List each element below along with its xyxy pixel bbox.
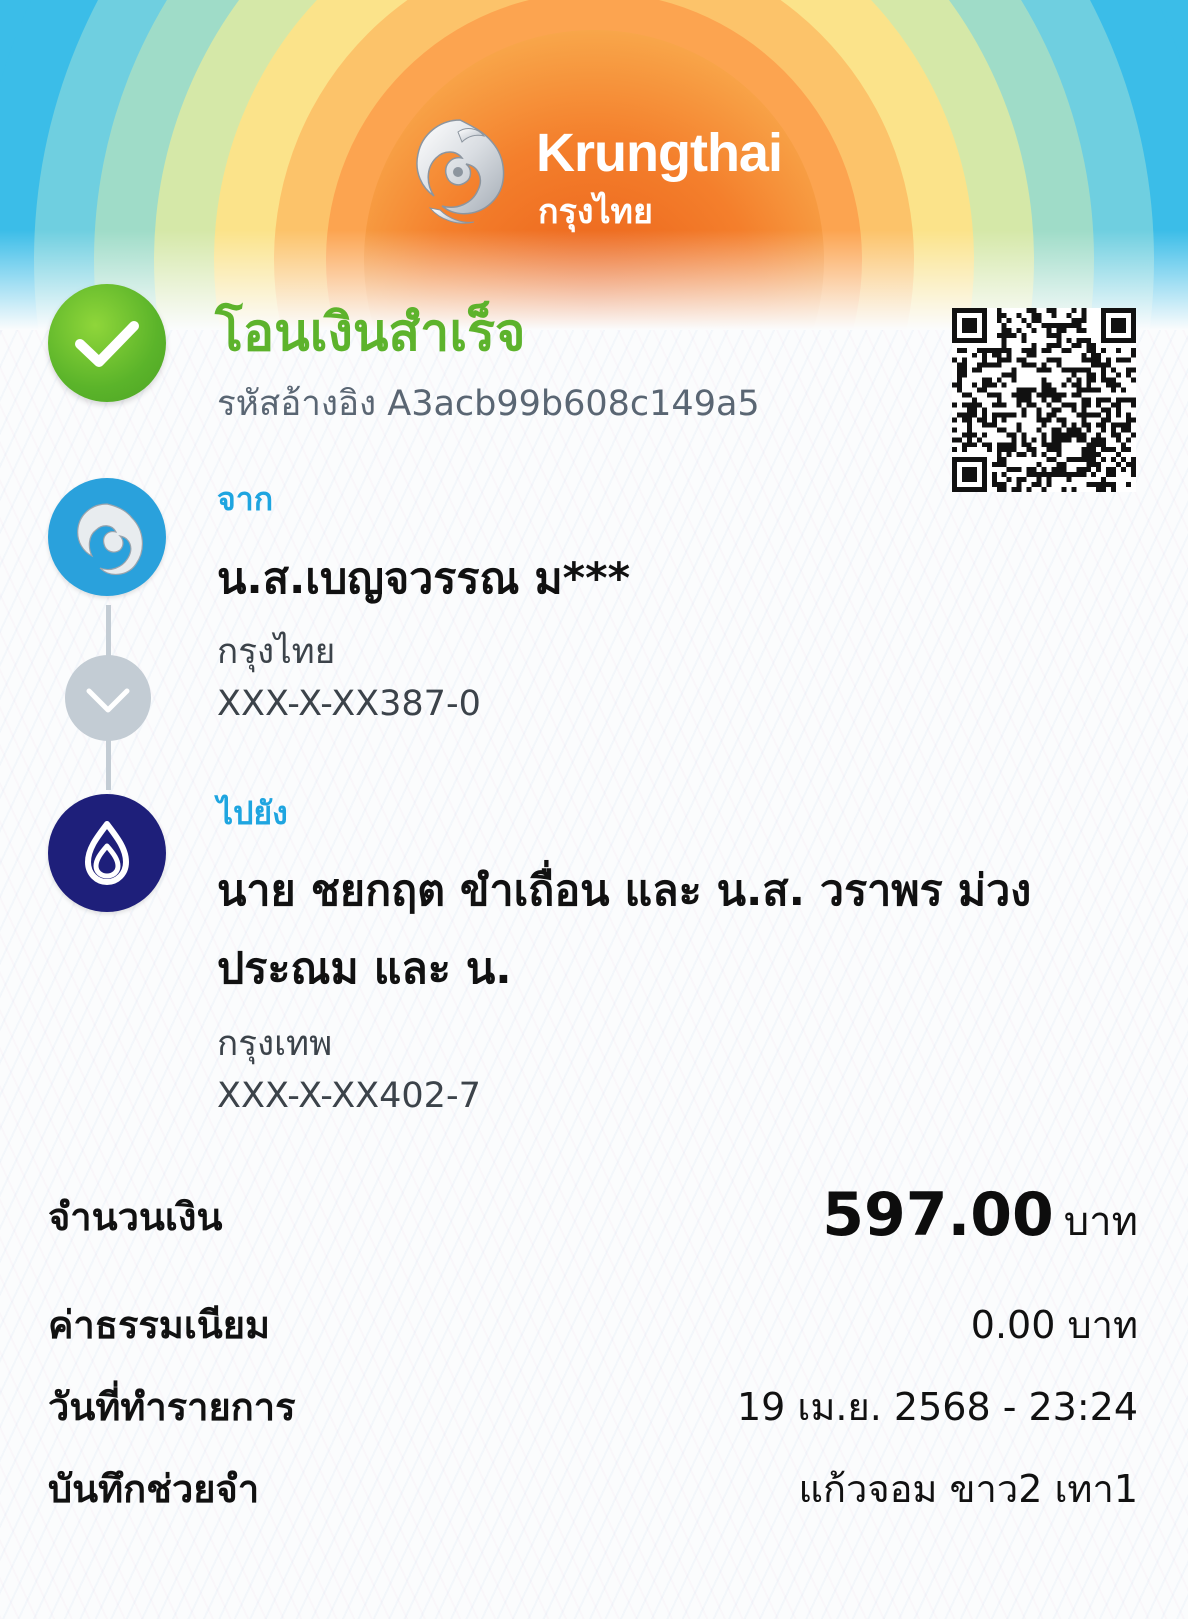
reference-line: รหัสอ้างอิง A3acb99b608c149a5 — [217, 376, 760, 431]
from-label: จาก — [217, 480, 274, 518]
reference-label: รหัสอ้างอิง — [217, 384, 377, 424]
chevron-down-icon — [65, 655, 151, 741]
krungthai-logo: Krungthai กรุงไทย — [400, 112, 800, 232]
memo-value: แก้วจอม ขาว2 เทา1 — [798, 1467, 1138, 1511]
sender-name: น.ส.เบญจวรรณ ม*** — [217, 554, 631, 604]
sender-bank: กรุงไทย — [217, 632, 336, 672]
recipient-account: XXX-X-XX402-7 — [217, 1076, 481, 1116]
amount-unit: บาท — [1063, 1199, 1138, 1245]
phoenix-logo-icon — [416, 119, 505, 224]
date-value: 19 เม.ย. 2568 - 23:24 — [736, 1385, 1138, 1429]
transfer-success-title: โอนเงินสำเร็จ — [215, 303, 526, 363]
date-label: วันที่ทำรายการ — [48, 1385, 296, 1429]
sender-account: XXX-X-XX387-0 — [217, 684, 481, 724]
memo-label: บันทึกช่วยจำ — [48, 1467, 260, 1511]
brand-name-th: กรุงไทย — [538, 192, 653, 232]
amount-value: 597.00 — [822, 1180, 1054, 1250]
recipient-bank: กรุงเทพ — [217, 1024, 333, 1064]
bangkok-bank-icon — [48, 794, 166, 912]
krungthai-bank-icon — [48, 478, 166, 596]
reference-code: A3acb99b608c149a5 — [387, 384, 760, 424]
brand-name-en: Krungthai — [536, 123, 783, 183]
recipient-name: นาย ชยกฤต ขำเถื่อน และ น.ส. วราพร ม่วงปร… — [217, 866, 1032, 994]
header-banner: Krungthai กรุงไทย — [0, 0, 1188, 330]
fee-value: 0.00 บาท — [970, 1303, 1138, 1347]
fee-label: ค่าธรรมเนียม — [48, 1303, 271, 1347]
amount-label: จำนวนเงิน — [48, 1195, 223, 1239]
to-label: ไปยัง — [217, 794, 288, 832]
qr-code[interactable] — [952, 308, 1136, 492]
success-check-icon — [48, 284, 166, 402]
amount-value-group: 597.00 บาท — [822, 1180, 1138, 1253]
